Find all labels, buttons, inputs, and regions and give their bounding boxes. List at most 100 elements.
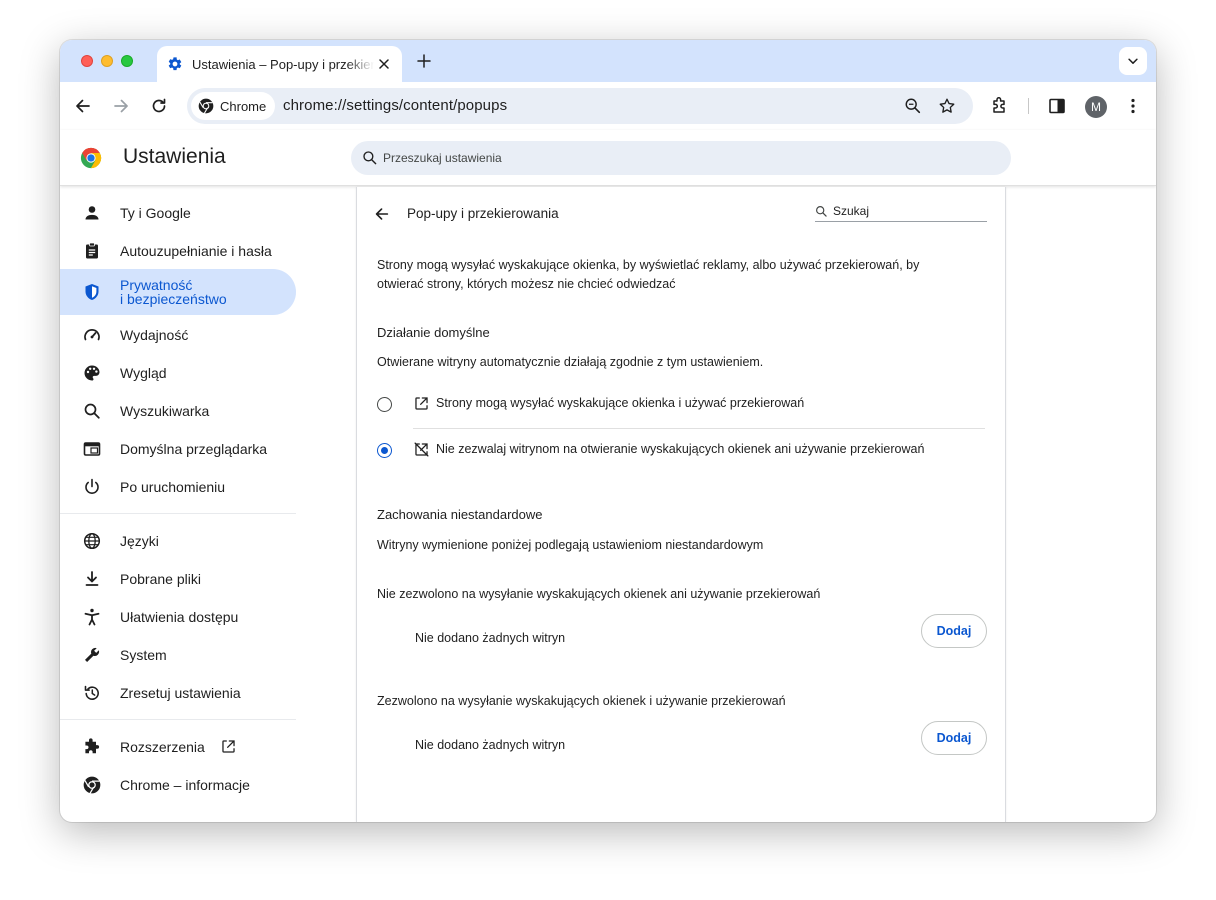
sidebar-item-you-and-google[interactable]: Ty i Google xyxy=(60,194,296,232)
address-bar[interactable]: Chrome chrome://settings/content/popups xyxy=(187,88,973,124)
site-chip-label: Chrome xyxy=(220,98,267,114)
sidebar-item-performance[interactable]: Wydajność xyxy=(60,316,296,354)
radio-option-block[interactable]: Nie zezwalaj witrynom na otwieranie wysk… xyxy=(377,432,985,468)
sidebar-divider xyxy=(60,513,296,514)
sidebar-item-default-browser[interactable]: Domyślna przeglądarka xyxy=(60,430,296,468)
search-icon xyxy=(816,206,827,217)
allowed-list-label: Zezwolono na wysyłanie wyskakujących oki… xyxy=(377,694,786,708)
search-icon xyxy=(84,403,100,419)
radio-label-allow: Strony mogą wysyłać wyskakujące okienka … xyxy=(436,396,805,410)
sidebar-item-label: Wygląd xyxy=(120,365,167,381)
sidebar-item-label: Ty i Google xyxy=(120,205,191,221)
site-info-chip[interactable]: Chrome xyxy=(191,92,275,120)
globe-icon xyxy=(83,532,101,550)
url-text[interactable]: chrome://settings/content/popups xyxy=(283,97,507,114)
person-icon xyxy=(85,206,99,220)
sidebar-item-languages[interactable]: Języki xyxy=(60,522,296,560)
sidebar-item-label: Wyszukiwarka xyxy=(120,403,210,419)
tab-settings-popups[interactable]: Ustawienia – Pop-upy i przekierowania xyxy=(157,46,402,82)
sidebar-item-system[interactable]: System xyxy=(60,636,296,674)
sidebar-item-downloads[interactable]: Pobrane pliki xyxy=(60,560,296,598)
side-panel-icon[interactable] xyxy=(1047,96,1067,116)
minimize-window-button[interactable] xyxy=(101,55,113,67)
sidebar-item-label: Prywatność i bezpieczeństwo xyxy=(120,277,227,307)
add-allowed-site-button[interactable]: Dodaj xyxy=(921,721,987,755)
wrench-icon xyxy=(85,647,100,662)
sidebar-item-label: Autouzupełnianie i hasła xyxy=(120,243,272,259)
profile-avatar[interactable]: M xyxy=(1085,96,1107,118)
accessibility-icon xyxy=(84,608,100,626)
settings-search-placeholder: Przeszukaj ustawienia xyxy=(383,151,502,165)
new-tab-plus-icon[interactable] xyxy=(416,53,432,69)
back-arrow-icon[interactable] xyxy=(73,96,93,116)
chrome-logo-icon xyxy=(83,776,101,794)
browser-window-icon xyxy=(83,442,101,456)
sidebar-item-label: Po uruchomieniu xyxy=(120,479,226,495)
popups-settings-card: Pop-upy i przekierowania Szukaj Strony m… xyxy=(356,187,1006,822)
tab-search-button[interactable] xyxy=(1119,47,1147,75)
sidebar-item-on-startup[interactable]: Po uruchomieniu xyxy=(60,468,296,506)
default-behavior-title: Działanie domyślne xyxy=(377,325,490,340)
toolbar-divider xyxy=(1028,98,1029,114)
palette-icon xyxy=(84,365,100,381)
sidebar-item-label: Ułatwienia dostępu xyxy=(120,609,239,625)
blocked-list-label: Nie zezwolono na wysyłanie wyskakujących… xyxy=(377,587,821,601)
speedometer-icon xyxy=(84,329,100,341)
sidebar-item-autofill[interactable]: Autouzupełnianie i hasła xyxy=(60,232,296,270)
clipboard-icon xyxy=(86,242,98,259)
zoom-icon[interactable] xyxy=(904,97,922,115)
more-vert-icon[interactable] xyxy=(1123,96,1143,116)
close-window-button[interactable] xyxy=(81,55,93,67)
browser-toolbar: Chrome chrome://settings/content/popups xyxy=(60,82,1156,130)
sidebar-item-reset[interactable]: Zresetuj ustawienia xyxy=(60,674,296,712)
radio-option-allow[interactable]: Strony mogą wysyłać wyskakujące okienka … xyxy=(377,386,985,422)
sidebar-item-privacy[interactable]: Prywatność i bezpieczeństwo xyxy=(60,269,296,315)
popup-blocked-icon xyxy=(414,442,429,457)
custom-behavior-title: Zachowania niestandardowe xyxy=(377,507,543,522)
forward-arrow-icon[interactable] xyxy=(111,96,131,116)
shield-icon xyxy=(85,284,99,300)
settings-search-input[interactable]: Przeszukaj ustawienia xyxy=(351,141,1011,175)
bookmark-star-icon[interactable] xyxy=(938,97,956,115)
default-behavior-subtitle: Otwierane witryny automatycznie działają… xyxy=(377,355,764,369)
add-blocked-site-button[interactable]: Dodaj xyxy=(921,614,987,648)
download-icon xyxy=(85,571,99,586)
open-in-new-icon xyxy=(415,397,428,410)
sidebar-item-accessibility[interactable]: Ułatwienia dostępu xyxy=(60,598,296,636)
sidebar-item-about-chrome[interactable]: Chrome – informacje xyxy=(60,766,296,804)
close-tab-icon[interactable] xyxy=(376,56,392,72)
blocked-list-empty: Nie dodano żadnych witryn xyxy=(415,631,566,645)
sidebar-item-extensions[interactable]: Rozszerzenia xyxy=(60,728,296,766)
reload-icon[interactable] xyxy=(149,96,169,116)
radio-button-block[interactable] xyxy=(377,443,392,458)
option-divider xyxy=(413,428,985,429)
sidebar-item-label: Zresetuj ustawienia xyxy=(120,685,241,701)
sidebar-item-search-engine[interactable]: Wyszukiwarka xyxy=(60,392,296,430)
sidebar-item-label: System xyxy=(120,647,167,663)
page-description: Strony mogą wysyłać wyskakujące okienka,… xyxy=(377,258,920,291)
extensions-puzzle-icon[interactable] xyxy=(990,96,1010,116)
tab-title: Ustawienia – Pop-upy i przekierowania xyxy=(192,56,374,72)
radio-button-allow[interactable] xyxy=(377,397,392,412)
puzzle-icon xyxy=(85,738,100,754)
zoom-window-button[interactable] xyxy=(121,55,133,67)
sidebar-item-label: Pobrane pliki xyxy=(120,571,201,587)
power-icon xyxy=(85,478,99,494)
page-title: Pop-upy i przekierowania xyxy=(407,206,559,221)
chevron-down-icon xyxy=(1128,58,1138,64)
page-search-placeholder: Szukaj xyxy=(833,204,870,218)
back-arrow-icon[interactable] xyxy=(373,205,391,223)
sidebar-divider xyxy=(60,719,296,720)
app-title: Ustawienia xyxy=(123,145,226,168)
chrome-color-logo-icon xyxy=(80,147,102,169)
browser-window: Ustawienia – Pop-upy i przekierowania xyxy=(60,40,1156,822)
sidebar-item-label: Języki xyxy=(120,533,159,549)
page-search-input[interactable]: Szukaj xyxy=(815,202,987,222)
window-controls xyxy=(81,55,133,67)
sidebar-item-appearance[interactable]: Wygląd xyxy=(60,354,296,392)
sidebar-item-label: Wydajność xyxy=(120,327,189,343)
settings-sidebar: Ty i Google Autouzupełnianie i hasła Pry… xyxy=(60,187,356,822)
open-in-new-icon xyxy=(222,740,235,753)
settings-header: Ustawienia Przeszukaj ustawienia xyxy=(60,130,1156,186)
sidebar-item-label: Chrome – informacje xyxy=(120,777,250,793)
